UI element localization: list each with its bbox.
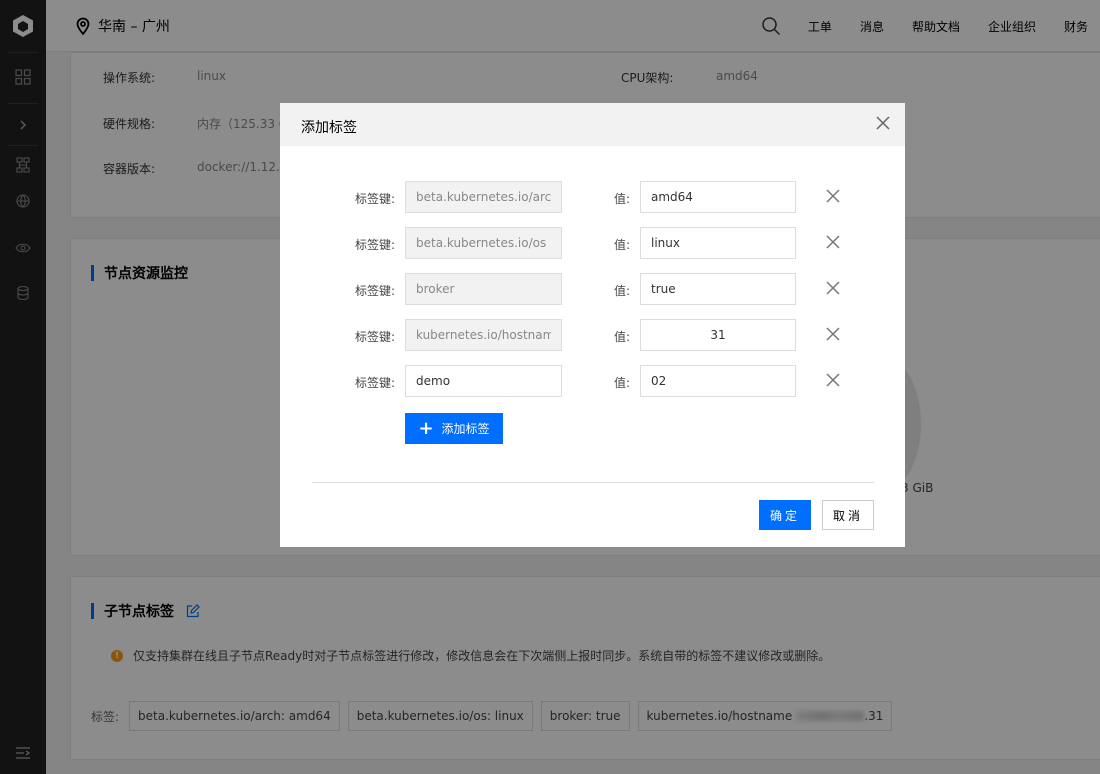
label-key-input: [405, 227, 562, 259]
key-label: 标签键:: [355, 376, 396, 390]
delete-row-icon[interactable]: [826, 373, 840, 390]
cancel-button[interactable]: 取消: [822, 500, 874, 530]
confirm-button[interactable]: 确定: [759, 500, 811, 530]
label-value-input[interactable]: [640, 319, 796, 351]
label-row: 标签键: 值:: [280, 273, 905, 305]
dialog-divider: [312, 482, 874, 483]
label-value-input[interactable]: [640, 227, 796, 259]
close-icon[interactable]: [875, 115, 891, 134]
value-label: 值:: [614, 238, 631, 252]
label-value-input[interactable]: [640, 273, 796, 305]
value-label: 值:: [614, 376, 631, 390]
delete-row-icon[interactable]: [826, 281, 840, 298]
delete-row-icon[interactable]: [826, 235, 840, 252]
label-value-input[interactable]: [640, 365, 796, 397]
label-row: 标签键: 值:: [280, 181, 905, 213]
label-key-input[interactable]: [405, 365, 562, 397]
key-label: 标签键:: [355, 284, 396, 298]
label-key-input: [405, 319, 562, 351]
value-label: 值:: [614, 330, 631, 344]
value-label: 值:: [614, 192, 631, 206]
label-key-input: [405, 273, 562, 305]
plus-icon: +: [418, 417, 434, 439]
add-label-dialog: 添加标签 标签键: 值: 标签键: 值: 标签键: 值: 标签键: 值: 标签键…: [280, 103, 905, 547]
label-row: 标签键: 值:: [280, 365, 905, 397]
delete-row-icon[interactable]: [826, 327, 840, 344]
delete-row-icon[interactable]: [826, 189, 840, 206]
label-key-input: [405, 181, 562, 213]
value-label: 值:: [614, 284, 631, 298]
key-label: 标签键:: [355, 238, 396, 252]
key-label: 标签键:: [355, 330, 396, 344]
dialog-title: 添加标签: [301, 120, 357, 136]
label-row: 标签键: 值:: [280, 227, 905, 259]
label-row: 标签键: 值:: [280, 319, 905, 351]
label-value-input[interactable]: [640, 181, 796, 213]
add-label-button-text: 添加标签: [441, 422, 490, 436]
dialog-header: 添加标签: [280, 103, 905, 146]
key-label: 标签键:: [355, 192, 396, 206]
add-label-button[interactable]: + 添加标签: [405, 413, 503, 444]
